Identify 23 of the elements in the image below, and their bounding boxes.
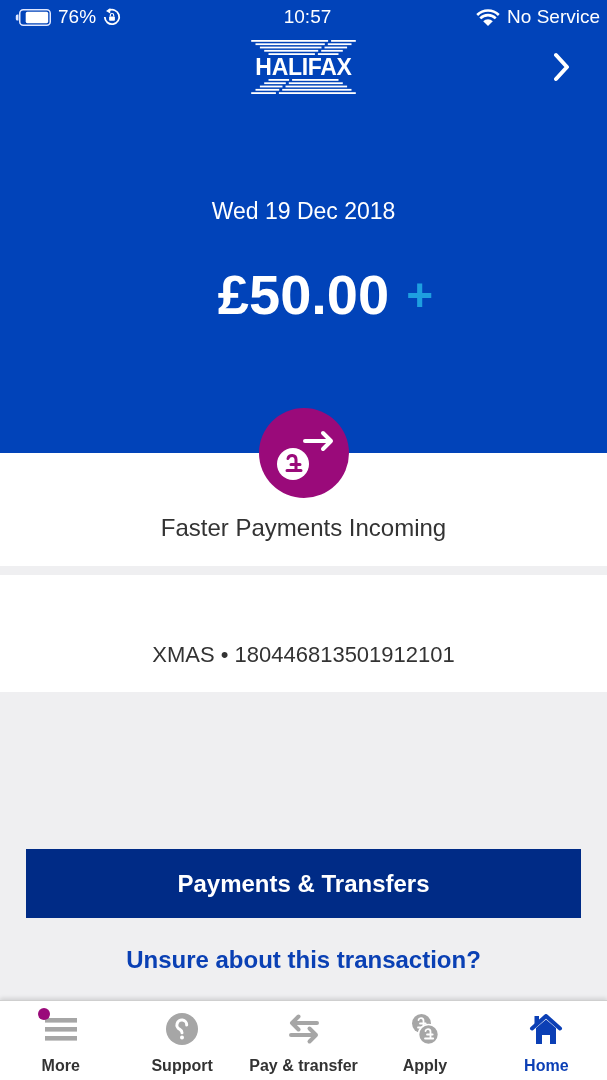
swap-arrows-icon [286,1013,321,1045]
date-text: Wed 19 Dec 2018 [211,198,396,224]
question-circle-icon [165,1013,200,1045]
logo-text: HALIFAX [254,56,353,78]
amount-sign: + [406,268,433,323]
nav-tab[interactable]: Pay & transfer [242,1001,365,1080]
wifi-icon [476,8,501,26]
home-icon [529,1013,564,1045]
battery-percent-text: 76% [58,6,97,28]
battery-icon [15,8,51,26]
nav-tab[interactable]: Home [485,1001,607,1080]
help-link[interactable]: Unsure about this transaction? [126,946,481,974]
nav-tab[interactable]: More [0,1001,122,1080]
amount-text: £50.00 [217,267,390,323]
payments-button[interactable]: Payments & Transfers [26,849,581,918]
carrier-text: No Service [507,6,600,28]
rotation-lock-icon [103,8,122,26]
nav-tab[interactable]: Apply [364,1001,486,1080]
transaction-type-text: Faster Payments Incoming [160,514,447,541]
time-text: 10:57 [283,6,332,28]
nav-tab[interactable]: Support [121,1001,243,1080]
reference-text: XMAS • 180446813501912101 [152,642,455,668]
chevron-icon [554,52,570,82]
